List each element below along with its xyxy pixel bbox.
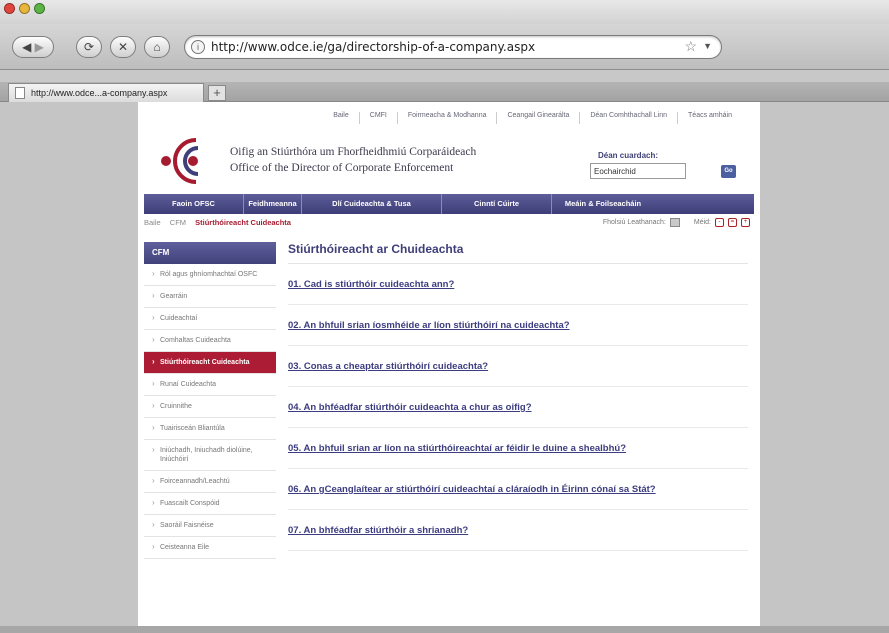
sidebar-item[interactable]: Cruinnithe bbox=[144, 396, 276, 418]
forward-arrow-icon[interactable]: ▶ bbox=[35, 40, 44, 54]
browser-toolbar: ◀ ▶ ⟳ ✕ ⌂ i http://www.odce.ie/ga/direct… bbox=[0, 24, 889, 70]
text-size-reset-icon[interactable]: = bbox=[728, 218, 737, 227]
faq-link[interactable]: 02. An bhfuil srian íosmhéide ar líon st… bbox=[288, 305, 748, 346]
sidebar-item[interactable]: Comhaltas Cuideachta bbox=[144, 330, 276, 352]
window-titlebar bbox=[0, 0, 889, 24]
sidebar-item[interactable]: Cuideachtaí bbox=[144, 308, 276, 330]
sidebar-item[interactable]: Saoráil Faisnéise bbox=[144, 515, 276, 537]
bookmarks-bar bbox=[0, 70, 889, 82]
faq-link[interactable]: 03. Conas a cheaptar stiúrthóirí cuideac… bbox=[288, 346, 748, 387]
sidebar-item[interactable]: Fuascailt Conspóid bbox=[144, 493, 276, 515]
page-title: Stiúrthóireacht ar Chuideachta bbox=[288, 242, 748, 264]
sidebar-item[interactable]: Ról agus ghníomhachtaí OSFC bbox=[144, 264, 276, 286]
search-input[interactable] bbox=[590, 163, 686, 179]
web-page: Baile CMFI Foirmeacha & Modhanna Ceangai… bbox=[138, 102, 760, 626]
page-tools: Fholsiú Leathanach: Méid: - = + bbox=[603, 218, 750, 227]
breadcrumb-link[interactable]: Baile bbox=[144, 218, 161, 227]
sidebar-item[interactable]: Tuairisceán Bliantúla bbox=[144, 418, 276, 440]
faq-link[interactable]: 05. An bhfuil srian ar líon na stiúrthói… bbox=[288, 428, 748, 469]
utility-link[interactable]: Téacs amháin bbox=[677, 112, 742, 124]
address-bar[interactable]: i http://www.odce.ie/ga/directorship-of-… bbox=[184, 35, 722, 59]
home-icon: ⌂ bbox=[153, 40, 161, 54]
back-forward-button[interactable]: ◀ ▶ bbox=[12, 36, 54, 58]
odce-logo-icon[interactable] bbox=[156, 136, 220, 184]
url-text[interactable]: http://www.odce.ie/ga/directorship-of-a-… bbox=[211, 40, 535, 54]
utility-link[interactable]: Déan Comhthachall Linn bbox=[579, 112, 677, 124]
sidebar: CFM Ról agus ghníomhachtaí OSFC Gearráin… bbox=[144, 242, 276, 559]
utility-link[interactable]: Baile bbox=[323, 112, 359, 124]
tab-bar: http://www.odce...a-company.aspx + bbox=[0, 82, 889, 102]
back-arrow-icon[interactable]: ◀ bbox=[22, 40, 31, 54]
stop-icon: ✕ bbox=[117, 40, 129, 54]
search-label: Déan cuardach: bbox=[598, 151, 659, 160]
main-nav: Faoin OFSC Feidhmeanna Dlí Cuideachta & … bbox=[144, 194, 754, 214]
text-size-label: Méid: bbox=[693, 219, 711, 226]
main-nav-item[interactable]: Cinntí Cúirte bbox=[442, 194, 552, 214]
printer-icon[interactable] bbox=[669, 218, 680, 227]
breadcrumb-current: Stiúrthóireacht Cuideachta bbox=[195, 218, 291, 227]
utility-nav: Baile CMFI Foirmeacha & Modhanna Ceangai… bbox=[138, 112, 760, 124]
main-nav-item[interactable]: Feidhmeanna bbox=[244, 194, 302, 214]
utility-link[interactable]: Ceangail Ginearálta bbox=[496, 112, 579, 124]
sidebar-heading: CFM bbox=[144, 242, 276, 264]
main-nav-item[interactable]: Dlí Cuideachta & Tusa bbox=[302, 194, 442, 214]
sidebar-item[interactable]: Foirceannadh/Leachtú bbox=[144, 471, 276, 493]
stop-button[interactable]: ✕ bbox=[110, 36, 136, 58]
reload-icon: ⟳ bbox=[83, 40, 95, 54]
sidebar-item[interactable]: Iniúchadh, Iniuchadh diolúine, Iniúchóir… bbox=[144, 440, 276, 471]
sidebar-item[interactable]: Ceisteanna Eile bbox=[144, 537, 276, 559]
bookmark-star-icon[interactable]: ☆ bbox=[684, 38, 697, 55]
new-tab-button[interactable]: + bbox=[208, 85, 226, 101]
faq-link[interactable]: 01. Cad is stiúrthóir cuideachta ann? bbox=[288, 264, 748, 305]
print-label: Fholsiú Leathanach: bbox=[602, 219, 666, 226]
active-tab[interactable]: http://www.odce...a-company.aspx bbox=[8, 83, 204, 102]
sidebar-item[interactable]: Runaí Cuideachta bbox=[144, 374, 276, 396]
breadcrumb: Baile CFM Stiúrthóireacht Cuideachta Fho… bbox=[144, 218, 754, 232]
sidebar-item-active[interactable]: Stiúrthóireacht Cuideachta bbox=[144, 352, 276, 374]
logo-line-english: Office of the Director of Corporate Enfo… bbox=[230, 162, 454, 174]
url-dropdown-icon[interactable]: ▼ bbox=[703, 41, 712, 51]
faq-link[interactable]: 07. An bhféadfar stiúrthóir a shrianadh? bbox=[288, 510, 748, 551]
search-go-button[interactable]: Go bbox=[721, 165, 736, 178]
text-size-large-icon[interactable]: + bbox=[741, 218, 750, 227]
utility-link[interactable]: CMFI bbox=[358, 112, 397, 124]
main-nav-item[interactable]: Faoin OFSC bbox=[144, 194, 244, 214]
tab-title: http://www.odce...a-company.aspx bbox=[31, 88, 168, 98]
home-button[interactable]: ⌂ bbox=[144, 36, 170, 58]
breadcrumb-link[interactable]: CFM bbox=[170, 218, 186, 227]
page-viewport: Baile CMFI Foirmeacha & Modhanna Ceangai… bbox=[0, 102, 889, 626]
page-icon bbox=[15, 87, 25, 99]
close-window-icon[interactable] bbox=[4, 3, 15, 14]
logo-text[interactable]: Oifig an Stiúrthóra um Fhorfheidhmiú Cor… bbox=[230, 144, 476, 176]
logo-line-irish: Oifig an Stiúrthóra um Fhorfheidhmiú Cor… bbox=[230, 146, 477, 158]
status-bar bbox=[0, 626, 889, 633]
text-size-small-icon[interactable]: - bbox=[715, 218, 724, 227]
main-content: Stiúrthóireacht ar Chuideachta 01. Cad i… bbox=[288, 242, 748, 551]
faq-link[interactable]: 06. An gCeanglaítear ar stiúrthóirí cuid… bbox=[288, 469, 748, 510]
faq-link[interactable]: 04. An bhféadfar stiúrthóir cuideachta a… bbox=[288, 387, 748, 428]
sidebar-item[interactable]: Gearráin bbox=[144, 286, 276, 308]
minimize-window-icon[interactable] bbox=[19, 3, 30, 14]
main-nav-item[interactable]: Meáin & Foilseacháin bbox=[552, 194, 654, 214]
utility-link[interactable]: Foirmeacha & Modhanna bbox=[396, 112, 497, 124]
reload-button[interactable]: ⟳ bbox=[76, 36, 102, 58]
zoom-window-icon[interactable] bbox=[34, 3, 45, 14]
page-info-icon[interactable]: i bbox=[191, 40, 205, 54]
